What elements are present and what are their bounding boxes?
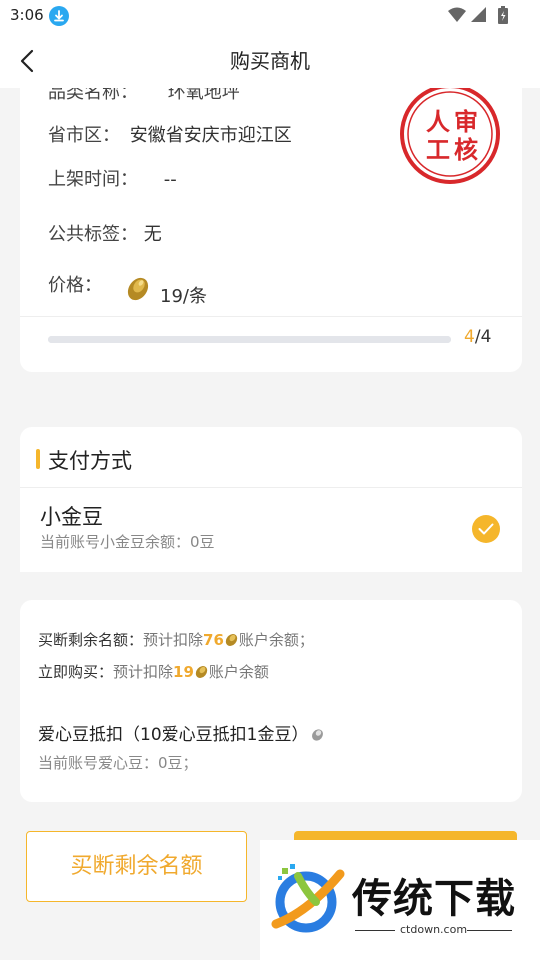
love-bean-balance: 当前账号爱心豆：0豆； [38,754,198,772]
public-tag-label: 公共标签： [48,224,138,245]
status-bar: 3:06 [0,0,540,32]
section-accent-bar [36,449,40,469]
payment-option-balance: 当前账号小金豆余额：0豆 [40,533,215,551]
download-icon [49,6,69,26]
progress-counter: 4/4 [464,327,491,347]
buy-now-deduct-line: 立即购买：预计扣除19 账户余额 [38,661,269,683]
price-row: 价格： [48,271,102,297]
buyout-pre: 预计扣除 [143,631,204,649]
status-time: 3:06 [10,6,44,24]
info-divider [20,316,522,317]
region-value: 安徽省安庆市迎江区 [129,125,292,146]
review-stamp: 人 审 工 核 [398,88,502,186]
progress-fill [48,336,451,343]
svg-text:核: 核 [454,136,478,164]
progress-current: 4 [464,327,475,347]
progress-bar [48,336,451,343]
watermark-logo-icon [268,862,346,940]
region-row: 省市区： 安徽省安庆市迎江区 [48,121,292,147]
watermark-text: 传统下载 [352,876,516,922]
wifi-icon [448,7,466,26]
buyout-deduct-line: 买断剩余名额：预计扣除76 账户余额； [38,629,314,651]
buyout-amount: 76 [203,631,224,649]
gold-bean-icon [124,274,152,306]
deduction-card: 买断剩余名额：预计扣除76 账户余额； 立即购买：预计扣除19 账户余额 爱心豆抵扣… [20,600,522,802]
public-tag-value: 无 [143,224,162,245]
svg-text:工: 工 [426,138,450,164]
payment-section-title: 支付方式 [48,449,132,473]
payment-method-card: 支付方式 小金豆 当前账号小金豆余额：0豆 [20,427,522,572]
category-label: 品类名称： [48,88,138,103]
buy-now-post: 账户余额 [208,663,269,681]
category-value: 环氧地坪 [167,88,240,103]
svg-text:审: 审 [454,108,478,136]
signal-icon [471,7,486,26]
gold-bean-icon [224,632,239,651]
buy-now-amount: 19 [173,663,194,681]
watermark-rule-right [467,930,512,931]
svg-text:人: 人 [426,109,450,136]
watermark-overlay: 传统下载 ctdown.com [260,840,540,960]
gold-bean-icon [194,664,209,683]
listing-time-row: 上架时间： -- [48,165,177,191]
love-bean-icon [310,727,325,747]
buyout-label: 买断剩余名额： [38,631,144,649]
page-title: 购买商机 [230,49,310,73]
battery-icon [498,6,508,28]
buy-now-label: 立即购买： [38,663,114,681]
listing-time-value: -- [163,169,177,190]
progress-total: 4 [480,327,492,347]
watermark-url: ctdown.com [400,923,468,936]
price-label: 价格： [48,275,102,296]
love-bean-deduct-line: 爱心豆抵扣（10爱心豆抵扣1金豆） [38,720,325,747]
region-label: 省市区： [48,125,120,146]
listing-time-label: 上架时间： [48,169,138,190]
buyout-post: 账户余额； [238,631,314,649]
category-row: 品类名称： 环氧地坪 [48,88,240,104]
watermark-rule-left [355,930,395,931]
buy-now-pre: 预计扣除 [113,663,174,681]
opportunity-info-card: 品类名称： 环氧地坪 省市区： 安徽省安庆市迎江区 上架时间： -- 公共标签：… [20,88,522,372]
public-tag-row: 公共标签： 无 [48,220,162,246]
payment-option-name: 小金豆 [40,505,103,529]
price-value: 19/条 [160,286,207,307]
payment-divider [20,487,522,488]
check-icon[interactable] [472,515,500,543]
love-bean-title: 爱心豆抵扣（10爱心豆抵扣1金豆） [38,725,309,745]
buyout-remaining-button[interactable]: 买断剩余名额 [26,831,247,902]
nav-bar: 购买商机 [0,32,540,88]
